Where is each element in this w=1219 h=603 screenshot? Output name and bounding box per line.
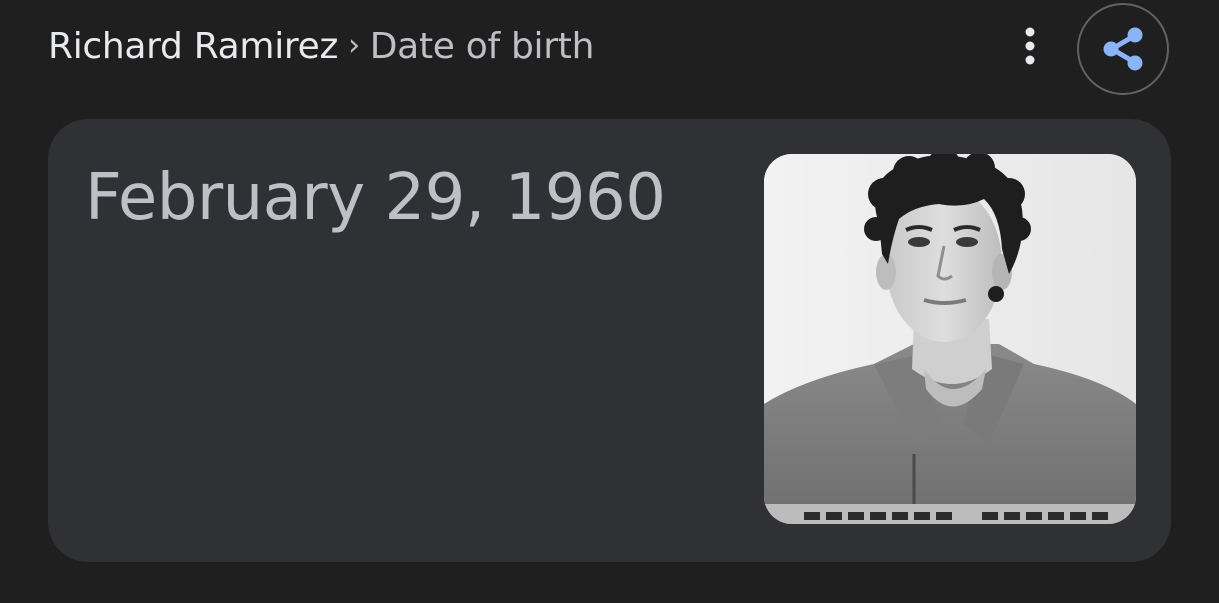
breadcrumb: Richard Ramirez › Date of birth (48, 20, 594, 72)
answer-card: February 29, 1960 (48, 119, 1171, 562)
person-photo[interactable] (764, 154, 1136, 524)
date-of-birth-value: February 29, 1960 (85, 161, 666, 235)
share-button[interactable] (1077, 3, 1169, 95)
breadcrumb-separator: › (348, 27, 360, 63)
breadcrumb-current: Date of birth (369, 25, 595, 67)
knowledge-panel-page: Richard Ramirez › Date of birth February… (0, 0, 1219, 603)
more-vert-icon (1025, 27, 1035, 65)
portrait-image (764, 154, 1136, 524)
share-icon (1103, 27, 1143, 71)
breadcrumb-parent[interactable]: Richard Ramirez (48, 26, 338, 67)
more-options-button[interactable] (1008, 20, 1052, 72)
